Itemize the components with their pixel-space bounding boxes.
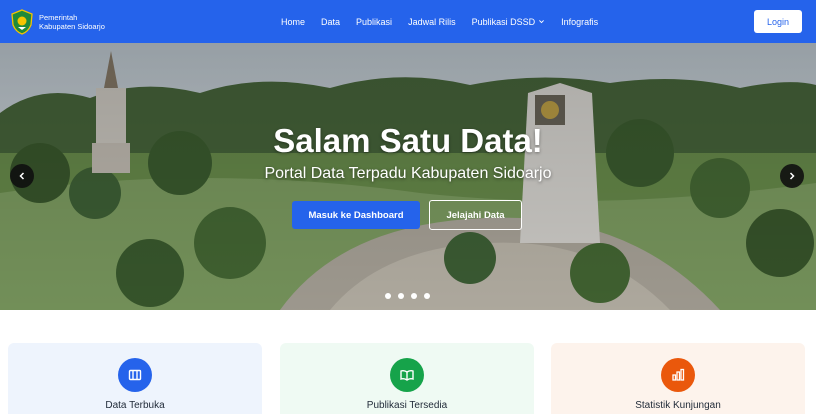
chart-icon	[661, 358, 695, 392]
nav-publikasi-dssd[interactable]: Publikasi DSSD	[472, 17, 546, 27]
dashboard-button[interactable]: Masuk ke Dashboard	[292, 201, 420, 229]
carousel-prev-button[interactable]	[10, 164, 34, 188]
brand[interactable]: Pemerintah Kabupaten Sidoarjo	[10, 9, 105, 35]
login-button[interactable]: Login	[754, 10, 802, 33]
carousel-indicators	[385, 293, 437, 299]
nav-jadwal-rilis[interactable]: Jadwal Rilis	[408, 17, 456, 27]
card-publikasi-tersedia[interactable]: Publikasi Tersedia	[280, 343, 534, 414]
carousel-dot-3[interactable]	[411, 293, 417, 299]
card-label: Data Terbuka	[105, 400, 165, 411]
carousel-dot-2[interactable]	[398, 293, 404, 299]
nav-home[interactable]: Home	[281, 17, 305, 27]
card-label: Statistik Kunjungan	[635, 400, 721, 411]
hero-carousel: Salam Satu Data! Portal Data Terpadu Kab…	[0, 43, 816, 310]
carousel-next-button[interactable]	[780, 164, 804, 188]
card-label: Publikasi Tersedia	[366, 400, 448, 411]
chevron-down-icon	[539, 20, 545, 24]
brand-line-1: Pemerintah	[39, 13, 78, 22]
chevron-right-icon	[789, 172, 795, 180]
carousel-dot-1[interactable]	[385, 293, 391, 299]
nav-data[interactable]: Data	[321, 17, 340, 27]
nav-publikasi-dssd-label: Publikasi DSSD	[471, 16, 536, 27]
main-nav: Home Data Publikasi Jadwal Rilis Publika…	[281, 0, 614, 43]
brand-line-2: Kabupaten Sidoarjo	[39, 22, 105, 31]
card-data-terbuka[interactable]: Data Terbuka	[8, 343, 262, 414]
explore-data-button[interactable]: Jelajahi Data	[429, 200, 522, 230]
carousel-dot-4[interactable]	[424, 293, 430, 299]
nav-publikasi[interactable]: Publikasi	[356, 17, 392, 27]
chevron-left-icon	[19, 172, 25, 180]
nav-infografis[interactable]: Infografis	[561, 17, 598, 27]
book-icon	[118, 358, 152, 392]
hero-subtitle: Portal Data Terpadu Kabupaten Sidoarjo	[264, 165, 552, 182]
sidoarjo-logo-icon	[10, 9, 34, 35]
hero-title: Salam Satu Data!	[273, 122, 543, 159]
open-book-icon	[390, 358, 424, 392]
top-navbar: Pemerintah Kabupaten Sidoarjo Home Data …	[0, 0, 816, 43]
card-statistik-kunjungan[interactable]: Statistik Kunjungan	[551, 343, 805, 414]
